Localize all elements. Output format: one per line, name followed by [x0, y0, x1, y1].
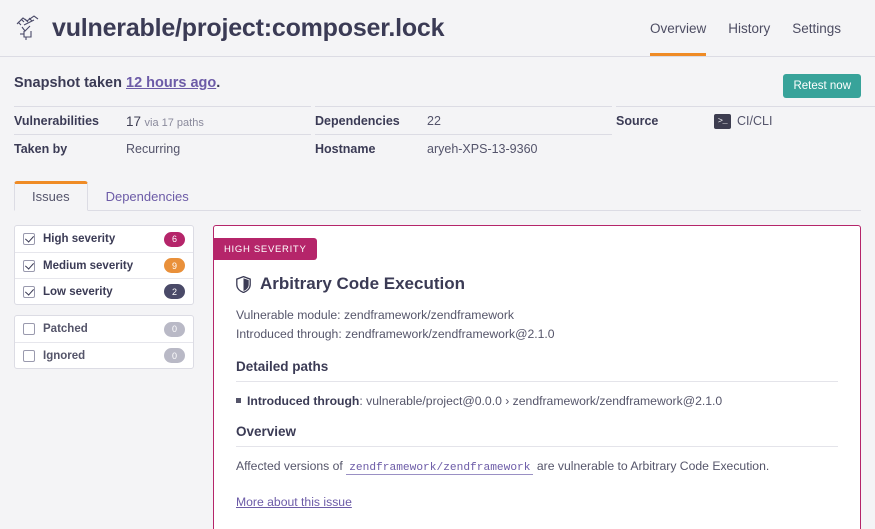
stat-value: aryeh-XPS-13-9360: [427, 142, 538, 156]
bullet-icon: [236, 398, 241, 403]
nav-settings[interactable]: Settings: [792, 0, 841, 56]
stat-value: Recurring: [126, 142, 181, 156]
path-value: vulnerable/project@0.0.0 › zendframework…: [366, 394, 723, 408]
top-navigation: Overview History Settings: [649, 0, 841, 56]
more-about-issue-link[interactable]: More about this issue: [236, 495, 352, 509]
stat-row-vulnerabilities: Vulnerabilities 17 via 17 paths: [14, 106, 311, 134]
nav-overview[interactable]: Overview: [649, 0, 707, 56]
overview-text: Affected versions of zendframework/zendf…: [236, 459, 838, 475]
stat-row-source: Source >_ CI/CLI: [616, 106, 875, 134]
overview-heading: Overview: [236, 424, 838, 447]
filter-medium-severity[interactable]: Medium severity 9: [15, 252, 193, 278]
shield-icon: [236, 275, 251, 293]
status-filter-group: Patched 0 Ignored 0: [14, 315, 194, 369]
content-tabs: Issues Dependencies: [14, 180, 861, 211]
filter-sidebar: High severity 6 Medium severity 9 Low se…: [14, 225, 194, 529]
stat-key: Taken by: [14, 142, 68, 156]
stat-row-dependencies: Dependencies 22: [315, 106, 612, 134]
count-badge: 0: [164, 321, 185, 337]
filter-ignored[interactable]: Ignored 0: [15, 342, 193, 368]
stat-value: 22: [427, 114, 441, 128]
snapshot-bar: Snapshot taken 12 hours ago. Retest now: [0, 57, 875, 98]
filter-label: Patched: [43, 323, 88, 335]
issue-title-row: Arbitrary Code Execution: [236, 274, 838, 294]
stat-value: >_ CI/CLI: [714, 113, 773, 129]
stats-column-vulnerabilities: Vulnerabilities 17 via 17 paths Taken by…: [14, 106, 311, 162]
filter-label: Medium severity: [43, 259, 134, 272]
checkbox-icon[interactable]: [23, 323, 35, 335]
checkbox-icon[interactable]: [23, 285, 35, 298]
severity-filter-group: High severity 6 Medium severity 9 Low se…: [14, 225, 194, 305]
snapshot-prefix: Snapshot taken: [14, 75, 126, 91]
detailed-path-item: Introduced through: vulnerable/project@0…: [236, 394, 838, 408]
count-badge: 2: [164, 284, 185, 299]
filter-low-severity[interactable]: Low severity 2: [15, 278, 193, 304]
count-badge: 6: [164, 231, 185, 247]
stat-row-hostname: Hostname aryeh-XPS-13-9360: [315, 134, 612, 162]
snyk-hand-icon: [16, 15, 39, 40]
stat-value: 17 via 17 paths: [126, 114, 204, 129]
vulnerabilities-count: 17: [126, 113, 142, 129]
vulnerable-module-label: Vulnerable module:: [236, 308, 344, 322]
filter-patched[interactable]: Patched 0: [15, 316, 193, 342]
retest-now-button[interactable]: Retest now: [783, 74, 861, 98]
count-badge: 9: [164, 258, 185, 273]
page-title: vulnerable/project:composer.lock: [52, 13, 445, 42]
snapshot-text: Snapshot taken 12 hours ago.: [14, 75, 220, 91]
introduced-through-value: zendframework/zendframework@2.1.0: [345, 326, 555, 341]
brand: vulnerable/project:composer.lock: [14, 13, 445, 43]
vulnerable-module-line: Vulnerable module: zendframework/zendfra…: [236, 306, 838, 325]
main-content: High severity 6 Medium severity 9 Low se…: [0, 211, 875, 529]
detailed-paths-heading: Detailed paths: [236, 359, 838, 382]
app-header: vulnerable/project:composer.lock Overvie…: [0, 0, 875, 57]
terminal-icon: >_: [714, 113, 731, 129]
stat-key: Dependencies: [315, 114, 400, 128]
issue-body: Arbitrary Code Execution Vulnerable modu…: [214, 274, 860, 511]
checkbox-icon[interactable]: [23, 233, 35, 245]
overview-module-link[interactable]: zendframework/zendframework: [346, 462, 534, 475]
checkbox-icon[interactable]: [23, 259, 35, 272]
introduced-through-label: Introduced through:: [236, 326, 346, 341]
summary-stats: Vulnerabilities 17 via 17 paths Taken by…: [0, 98, 875, 162]
introduced-through-line: Introduced through: zendframework/zendfr…: [236, 325, 838, 344]
issue-meta: Vulnerable module: zendframework/zendfra…: [236, 306, 838, 343]
issue-title: Arbitrary Code Execution: [260, 274, 465, 293]
stats-column-dependencies: Dependencies 22 Hostname aryeh-XPS-13-93…: [315, 106, 612, 162]
filter-label: Low severity: [43, 285, 113, 298]
checkbox-icon[interactable]: [23, 349, 35, 362]
snapshot-time-link[interactable]: 12 hours ago: [126, 75, 216, 91]
count-badge: 0: [164, 348, 185, 363]
source-value: CI/CLI: [737, 114, 773, 128]
stat-key: Vulnerabilities: [14, 114, 99, 128]
filter-label: Ignored: [43, 349, 86, 362]
stats-column-source: Source >_ CI/CLI: [616, 106, 875, 162]
vulnerabilities-paths: via 17 paths: [144, 116, 204, 129]
overview-suffix: are vulnerable to Arbitrary Code Executi…: [533, 459, 770, 473]
vulnerable-module-value: zendframework/zendframework: [343, 308, 514, 322]
issue-card: HIGH SEVERITY Arbitrary Code Execution V…: [213, 225, 861, 529]
status-badge: HIGH SEVERITY: [213, 238, 318, 260]
stat-key: Hostname: [315, 142, 376, 156]
path-label: Introduced through: [247, 394, 360, 408]
filter-high-severity[interactable]: High severity 6: [15, 226, 193, 252]
stat-key: Source: [616, 114, 659, 128]
stat-row-taken-by: Taken by Recurring: [14, 134, 311, 162]
nav-history[interactable]: History: [728, 0, 770, 56]
overview-prefix: Affected versions of: [236, 459, 347, 473]
tab-dependencies[interactable]: Dependencies: [88, 181, 207, 211]
path-text: Introduced through: vulnerable/project@0…: [247, 394, 722, 408]
snapshot-suffix: .: [216, 75, 221, 91]
filter-label: High severity: [43, 233, 116, 245]
tab-issues[interactable]: Issues: [14, 181, 88, 211]
